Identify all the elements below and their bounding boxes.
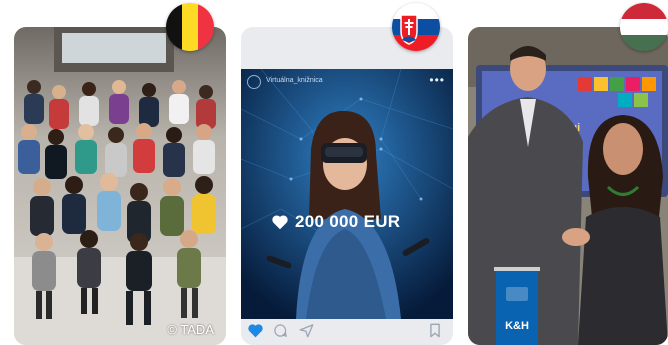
belgium-flag-icon [166, 3, 214, 51]
card-hungary[interactable]: tatósági K&H [468, 27, 668, 345]
slovakia-flag-icon [392, 3, 440, 51]
card-slovakia[interactable]: Virtuálna_knižnica ••• 200 000 EUR [241, 27, 453, 345]
photo-credit: © TADA [167, 322, 214, 337]
instagram-post[interactable]: Virtuálna_knižnica ••• 200 000 EUR [241, 69, 453, 319]
amount-text: 200 000 EUR [295, 212, 401, 231]
bank-logo: K&H [505, 320, 529, 332]
hungary-flag-icon [620, 3, 668, 51]
avatar[interactable] [247, 75, 261, 89]
group-photo [14, 27, 226, 345]
heart-icon [272, 215, 288, 230]
bookmark-icon[interactable] [429, 323, 441, 338]
more-options-icon[interactable]: ••• [429, 73, 445, 87]
vr-illustration [241, 69, 453, 319]
like-heart-icon[interactable] [247, 323, 264, 338]
instagram-post-header: Virtuálna_knižnica ••• [241, 69, 453, 95]
comment-icon[interactable] [273, 323, 288, 338]
handshake-photo: tatósági K&H [468, 27, 668, 345]
instagram-username[interactable]: Virtuálna_knižnica [266, 77, 323, 84]
share-icon[interactable] [299, 323, 314, 338]
instagram-action-bar [241, 319, 453, 345]
donation-amount: 200 000 EUR [271, 212, 400, 232]
card-belgium[interactable]: © TADA [14, 27, 226, 345]
